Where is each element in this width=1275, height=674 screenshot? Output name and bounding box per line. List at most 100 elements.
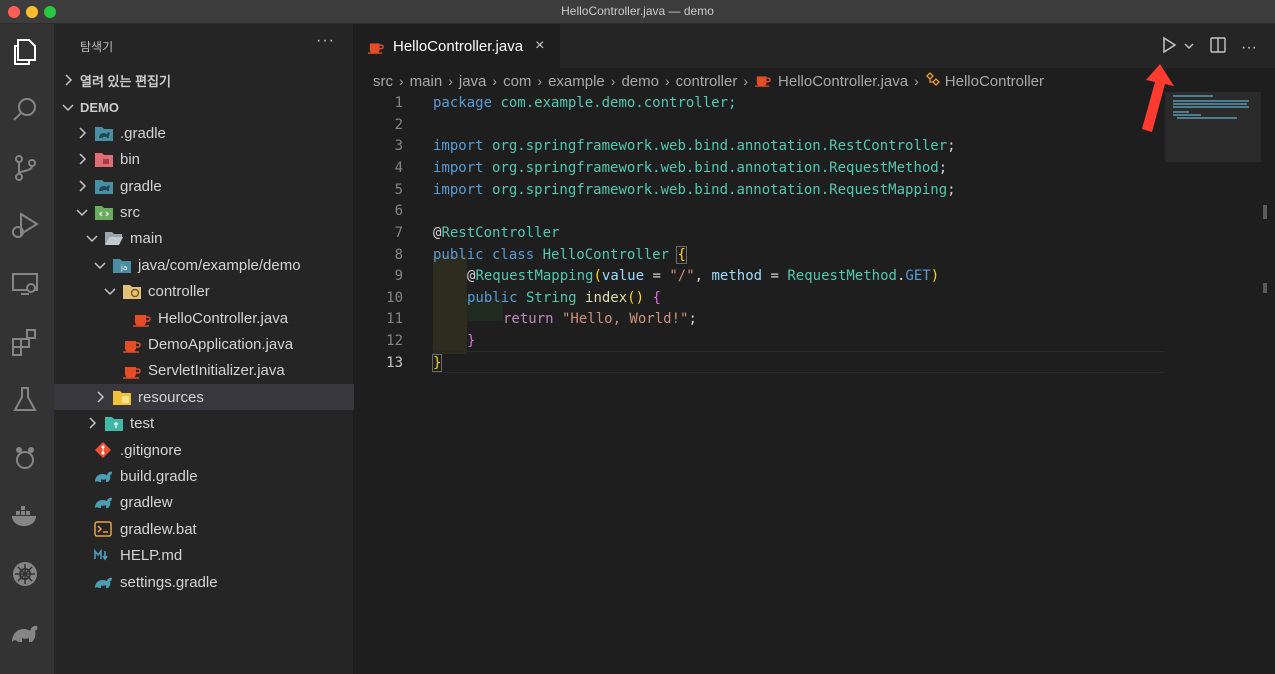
tree-item-controller[interactable]: controller bbox=[54, 278, 354, 304]
chevron-right-icon: › bbox=[492, 73, 498, 89]
explorer-sidebar: 탐색기 ··· 열려 있는 편집기 DEMO .gradle bin gradl… bbox=[54, 24, 354, 674]
markdown-icon bbox=[94, 546, 114, 564]
chevron-down-icon bbox=[84, 230, 100, 246]
sidebar-more-button[interactable]: ··· bbox=[316, 32, 335, 50]
chevron-right-icon: › bbox=[664, 73, 670, 89]
tree-item-gradlew[interactable]: gradlew bbox=[54, 489, 354, 515]
search-icon[interactable] bbox=[9, 94, 41, 126]
code-token: } bbox=[467, 333, 476, 349]
tree-item-label: src bbox=[120, 203, 140, 221]
breadcrumb-item[interactable]: main bbox=[410, 73, 443, 90]
tree-item-gradlew-bat[interactable]: gradlew.bat bbox=[54, 516, 354, 542]
tree-item-help-md[interactable]: HELP.md bbox=[54, 542, 354, 568]
project-section[interactable]: DEMO bbox=[54, 94, 354, 120]
code-token: ; bbox=[938, 160, 948, 176]
code-token: RequestMapping bbox=[829, 182, 948, 198]
tab-close-button[interactable]: × bbox=[535, 37, 544, 55]
tree-item-hello-controller[interactable]: HelloController.java bbox=[54, 305, 354, 331]
tab-hello-controller[interactable]: HelloController.java × bbox=[355, 24, 560, 68]
chevron-down-icon bbox=[102, 283, 118, 299]
code-token: index bbox=[576, 290, 628, 306]
code-token: RestController bbox=[829, 138, 948, 154]
breadcrumb-item[interactable]: HelloController bbox=[945, 73, 1044, 90]
line-number: 9 bbox=[394, 268, 403, 284]
chevron-down-icon[interactable] bbox=[1183, 39, 1195, 57]
tree-item-bin[interactable]: bin bbox=[54, 146, 354, 172]
code-token: com.example.demo.controller; bbox=[492, 95, 737, 111]
tree-item-java-package[interactable]: ja java/com/example/demo bbox=[54, 252, 354, 278]
code-token: HelloController bbox=[534, 247, 678, 263]
code-line-12: } bbox=[467, 333, 475, 349]
chevron-right-icon: › bbox=[914, 73, 919, 89]
controller-folder-icon bbox=[122, 282, 142, 300]
line-number: 8 bbox=[394, 247, 403, 263]
chevron-right-icon bbox=[60, 72, 76, 88]
tree-item-src[interactable]: src bbox=[54, 199, 354, 225]
code-token: public bbox=[467, 290, 518, 306]
tree-item-dot-gradle[interactable]: .gradle bbox=[54, 120, 354, 146]
breadcrumb-item[interactable]: demo bbox=[621, 73, 659, 90]
tree-item-main[interactable]: main bbox=[54, 225, 354, 251]
code-token: , bbox=[694, 268, 712, 284]
line-number: 2 bbox=[394, 117, 403, 133]
breadcrumb-item[interactable]: java bbox=[459, 73, 487, 90]
tree-item-label: gradlew.bat bbox=[120, 520, 197, 538]
run-debug-icon[interactable] bbox=[9, 210, 41, 242]
code-token: = bbox=[644, 268, 670, 284]
run-code-button[interactable] bbox=[1161, 36, 1177, 59]
kubernetes-icon[interactable] bbox=[9, 558, 41, 590]
scrollbar-marker bbox=[1263, 205, 1267, 219]
breadcrumb-item[interactable]: src bbox=[373, 73, 393, 90]
minimap[interactable] bbox=[1165, 92, 1275, 674]
tree-item-settings-gradle[interactable]: settings.gradle bbox=[54, 569, 354, 595]
code-token: RequestMethod bbox=[787, 268, 897, 284]
tree-item-demo-application[interactable]: DemoApplication.java bbox=[54, 331, 354, 357]
annotation-arrow bbox=[1138, 60, 1178, 136]
tree-item-build-gradle[interactable]: build.gradle bbox=[54, 463, 354, 489]
code-line-7: @RestController bbox=[433, 225, 559, 241]
tree-item-servlet-initializer[interactable]: ServletInitializer.java bbox=[54, 357, 354, 383]
tree-item-gradle[interactable]: gradle bbox=[54, 173, 354, 199]
title-bar: HelloController.java — demo bbox=[0, 0, 1275, 24]
scrollbar-marker bbox=[1263, 283, 1267, 293]
java-file-icon bbox=[122, 335, 142, 353]
chevron-right-icon: › bbox=[399, 73, 404, 89]
source-control-icon[interactable] bbox=[9, 152, 41, 184]
code-editor[interactable]: 1 2 3 4 5 6 7 8 9 10 11 12 13 package co… bbox=[355, 92, 1165, 674]
tree-item-label: DemoApplication.java bbox=[148, 335, 294, 353]
tree-item-test[interactable]: test bbox=[54, 410, 354, 436]
spring-boot-icon[interactable] bbox=[9, 442, 41, 474]
code-token: RequestMethod bbox=[829, 160, 939, 176]
tree-item-label: HELP.md bbox=[120, 546, 183, 564]
editor-actions: ··· bbox=[1147, 36, 1257, 59]
tree-item-label: resources bbox=[138, 388, 204, 406]
code-line-3: import org.springframework.web.bind.anno… bbox=[433, 138, 956, 154]
tree-item-resources[interactable]: resources bbox=[54, 384, 354, 410]
extensions-icon[interactable] bbox=[9, 326, 41, 358]
explorer-icon[interactable] bbox=[9, 36, 41, 68]
tree-item-label: ServletInitializer.java bbox=[148, 361, 285, 379]
tree-item-label: bin bbox=[120, 150, 141, 168]
code-line-1: package com.example.demo.controller; bbox=[433, 95, 736, 111]
code-token: { bbox=[644, 290, 661, 306]
gradle-file-icon bbox=[94, 467, 114, 485]
chevron-right-icon bbox=[74, 178, 90, 194]
sidebar-title: 탐색기 bbox=[80, 40, 114, 54]
line-number: 4 bbox=[394, 160, 403, 176]
chevron-right-icon bbox=[74, 125, 90, 141]
more-actions-button[interactable]: ··· bbox=[1241, 39, 1257, 57]
docker-icon[interactable] bbox=[9, 500, 41, 532]
breadcrumb-item[interactable]: controller bbox=[676, 73, 738, 90]
breadcrumb: src › main › java › com › example › demo… bbox=[355, 68, 1275, 94]
gradle-icon[interactable] bbox=[9, 616, 41, 648]
split-editor-button[interactable] bbox=[1209, 36, 1227, 59]
breadcrumb-item[interactable]: HelloController.java bbox=[778, 73, 908, 90]
remote-explorer-icon[interactable] bbox=[9, 268, 41, 300]
java-file-icon bbox=[367, 38, 385, 54]
code-line-4: import org.springframework.web.bind.anno… bbox=[433, 160, 947, 176]
breadcrumb-item[interactable]: com bbox=[503, 73, 531, 90]
open-editors-section[interactable]: 열려 있는 편집기 bbox=[54, 67, 354, 93]
tree-item-gitignore[interactable]: .gitignore bbox=[54, 437, 354, 463]
testing-icon[interactable] bbox=[9, 384, 41, 416]
breadcrumb-item[interactable]: example bbox=[548, 73, 605, 90]
